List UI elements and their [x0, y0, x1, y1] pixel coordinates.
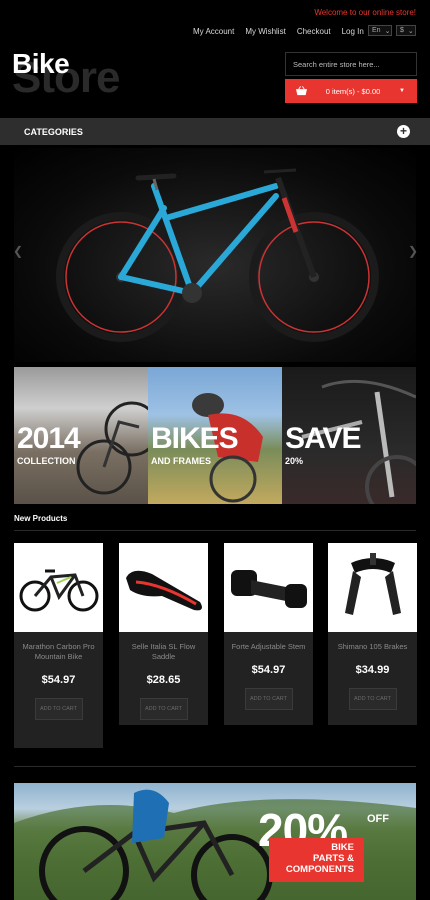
product-image[interactable] [119, 543, 208, 632]
product-image[interactable] [14, 543, 103, 632]
banner-collection-subtitle: COLLECTION [17, 456, 76, 466]
banner-bikes-title: BIKES [151, 422, 239, 455]
currency-select[interactable]: $ ⌄ [396, 25, 416, 36]
categories-label: CATEGORIES [24, 126, 83, 137]
caret-down-icon: ▼ [399, 88, 405, 94]
basket-icon [296, 86, 307, 96]
promo-tag: BIKE PARTS & COMPONENTS [269, 838, 364, 882]
divider [14, 766, 416, 767]
promo-line3: COMPONENTS [285, 864, 354, 875]
banner-collection[interactable]: 2014 COLLECTION [14, 367, 148, 504]
divider [14, 530, 416, 531]
promo-line2: PARTS & [313, 853, 354, 864]
product-price: $54.97 [41, 674, 76, 686]
product-price: $54.97 [251, 664, 286, 676]
hero-slider [14, 148, 416, 362]
add-to-cart-button[interactable]: ADD TO CART [244, 688, 293, 710]
product-price: $34.99 [355, 664, 390, 676]
plus-icon[interactable]: + [397, 125, 410, 138]
product-card[interactable]: Marathon Carbon Pro Mountain Bike $54.97… [14, 543, 103, 748]
banner-bikes-subtitle: AND FRAMES [151, 456, 211, 466]
banner-save-title: SAVE [285, 422, 361, 455]
product-image[interactable] [328, 543, 417, 632]
my-account-link[interactable]: My Account [193, 27, 234, 36]
checkout-link[interactable]: Checkout [297, 27, 331, 36]
banner-bikes[interactable]: BIKES AND FRAMES [148, 367, 282, 504]
product-name[interactable]: Forte Adjustable Stem [224, 642, 313, 652]
mountain-bike-image [56, 168, 379, 342]
language-select[interactable]: En ⌄ [368, 25, 392, 36]
slider-prev-arrow[interactable]: ❮ [13, 244, 23, 258]
saddle-thumbnail [125, 570, 202, 610]
mountain-bike-thumbnail [19, 569, 98, 611]
chevron-down-icon: ⌄ [384, 27, 391, 35]
chevron-down-icon: ⌄ [407, 27, 414, 35]
welcome-message: Welcome to our online store! [314, 8, 416, 17]
add-to-cart-button[interactable]: ADD TO CART [348, 688, 397, 710]
brakes-thumbnail [344, 552, 401, 615]
new-products-heading: New Products [14, 514, 68, 523]
search-input[interactable] [285, 52, 417, 76]
banner-save[interactable]: SAVE 20% [282, 367, 416, 504]
slider-next-arrow[interactable]: ❯ [408, 244, 418, 258]
banner-save-subtitle: 20% [285, 456, 304, 466]
my-wishlist-link[interactable]: My Wishlist [245, 27, 285, 36]
promo-line1: BIKE [331, 842, 354, 853]
add-to-cart-button[interactable]: ADD TO CART [139, 698, 188, 720]
product-card[interactable]: Forte Adjustable Stem $54.97 ADD TO CART [224, 543, 313, 725]
product-card[interactable]: Selle Italia SL Flow Saddle $28.65 ADD T… [119, 543, 208, 725]
logo-bike-text: Bike [12, 48, 70, 79]
add-to-cart-button[interactable]: ADD TO CART [34, 698, 83, 720]
promo-banner[interactable]: 20% OFF BIKE PARTS & COMPONENTS [14, 783, 416, 900]
product-price: $28.65 [146, 674, 181, 686]
product-name[interactable]: Marathon Carbon Pro Mountain Bike [14, 642, 103, 662]
top-links: My Account My Wishlist Checkout Log In [193, 27, 364, 36]
stem-thumbnail [230, 569, 307, 608]
product-name[interactable]: Shimano 105 Brakes [328, 642, 417, 652]
product-image[interactable] [224, 543, 313, 632]
cart-summary: 0 item(s) - $0.00 [325, 86, 381, 96]
login-link[interactable]: Log In [342, 27, 364, 36]
categories-bar[interactable]: CATEGORIES + [0, 118, 430, 145]
product-name[interactable]: Selle Italia SL Flow Saddle [119, 642, 208, 662]
product-card[interactable]: Shimano 105 Brakes $34.99 ADD TO CART [328, 543, 417, 725]
banner-collection-title: 2014 [17, 422, 81, 455]
cart-button[interactable]: 0 item(s) - $0.00 ▼ [285, 79, 417, 103]
promo-off: OFF [367, 813, 389, 825]
